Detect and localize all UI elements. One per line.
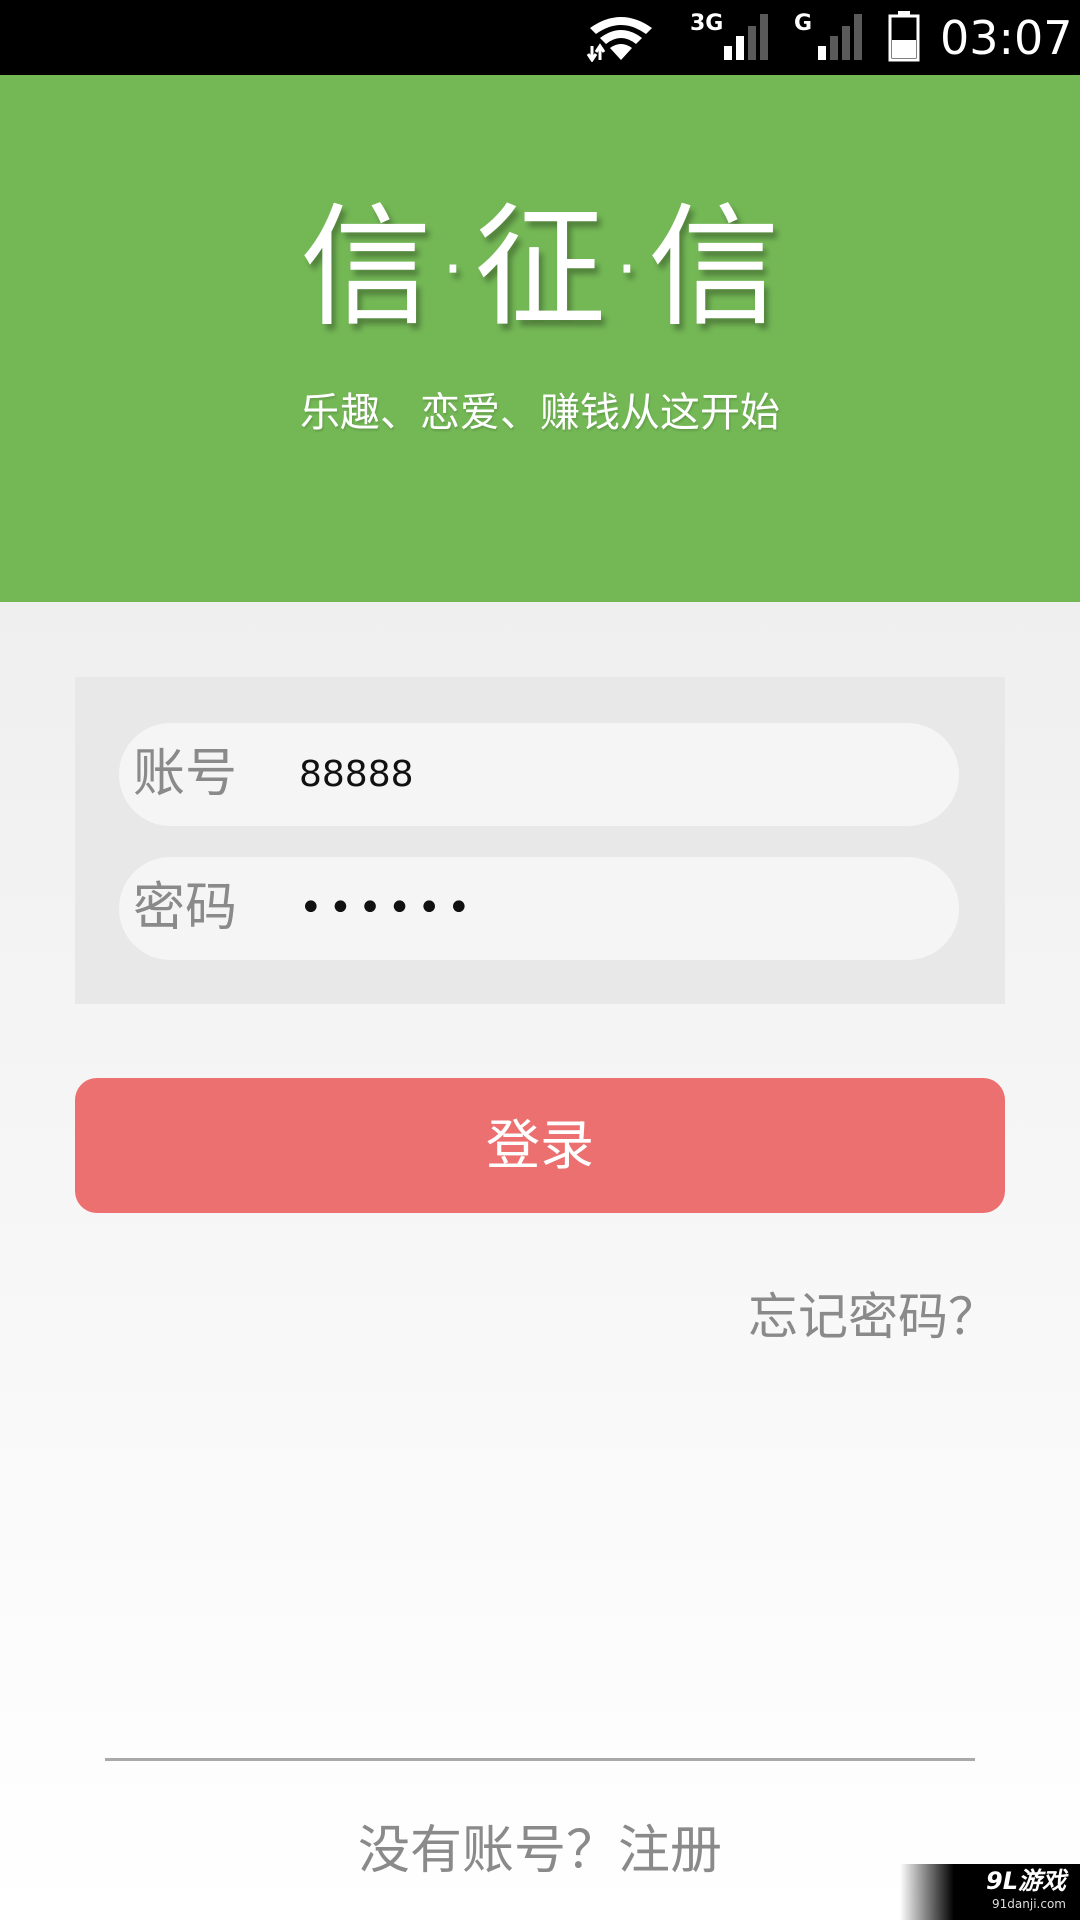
app-slogan: 乐趣、恋爱、赚钱从这开始	[300, 390, 780, 436]
network-g-label: G	[794, 11, 813, 36]
password-label: 密码	[133, 878, 238, 938]
app-title: 信·征·信	[300, 191, 780, 345]
account-value[interactable]: 88888	[299, 723, 414, 826]
password-input[interactable]: 密码 ••••••	[119, 857, 959, 960]
forgot-password-link[interactable]: 忘记密码？	[748, 1282, 998, 1352]
divider	[105, 1758, 975, 1761]
signal-g-icon	[818, 14, 862, 60]
signal-3g-icon	[724, 14, 768, 60]
login-form: 账号 88888 密码 ••••••	[75, 677, 1005, 1004]
login-content: 账号 88888 密码 •••••• 登录 忘记密码？ 没有账号？注册	[0, 602, 1080, 1920]
network-3g-label: 3G	[690, 11, 724, 36]
watermark-logo: 9L游戏 91danji.com	[900, 1864, 1080, 1920]
login-button[interactable]: 登录	[75, 1078, 1005, 1213]
account-label: 账号	[133, 744, 238, 804]
status-bar: 3G G 03:07	[0, 0, 1080, 75]
wifi-icon	[586, 17, 652, 62]
account-input[interactable]: 账号 88888	[119, 723, 959, 826]
watermark-sub: 91danji.com	[992, 1897, 1066, 1911]
app-header: 信·征·信 乐趣、恋爱、赚钱从这开始	[0, 75, 1080, 602]
password-value[interactable]: ••••••	[299, 857, 477, 960]
watermark-text: 9L游戏	[986, 1867, 1066, 1895]
status-clock: 03:07	[940, 11, 1073, 65]
battery-icon	[888, 11, 920, 62]
